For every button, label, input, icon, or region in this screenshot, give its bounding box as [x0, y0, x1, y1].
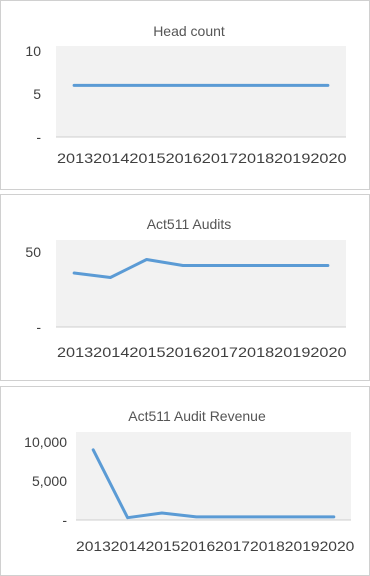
x-tick-label: 2017: [215, 539, 250, 554]
y-tick-label: 10: [25, 43, 41, 59]
y-tick-label: 5,000: [32, 473, 67, 489]
chart-panel-head-count: Head count -5 10 2013 2014 2015 2016 2017 2018 20…: [0, 0, 370, 190]
plot-area: [76, 432, 351, 520]
chart-panel-audits: Act511 Audits - 50 2013 2014 2015 2016 2017 2018…: [0, 194, 370, 381]
x-tick-label: 2019: [274, 151, 310, 166]
chart-head-count: Head count-5102013 2014 2015 2016 2017 2018 20…: [25, 23, 346, 166]
x-tick-label: 2017: [202, 345, 238, 360]
plot-area: [56, 240, 346, 327]
x-tick-label: 2020: [310, 151, 346, 166]
y-tick-label: 50: [25, 244, 41, 260]
chart-audit-revenue: Act511 Audit Revenue - 5,000 10,000 2013 2014…: [24, 408, 355, 554]
chart-panel-audit-revenue: Act511 Audit Revenue - 5,000 10,000 2013 2014…: [0, 386, 370, 576]
chart-title: Act511 Audit Revenue: [128, 408, 266, 424]
x-tick-label: 2020: [320, 539, 355, 554]
plot-area: [56, 46, 346, 137]
y-tick-label: -: [62, 512, 67, 528]
x-tick-label: 2018: [238, 151, 274, 166]
chart-title: Act511 Audits: [147, 216, 232, 232]
x-tick-label: 2016: [166, 345, 202, 360]
chart-audits: Act511 Audits - 50 2013 2014 2015 2016 2017 2018…: [25, 216, 346, 360]
x-tick-label: 2013: [76, 539, 111, 554]
x-tick-label: 2015: [146, 539, 181, 554]
x-tick-label: 2019: [285, 539, 320, 554]
x-tick-label: 2017: [202, 151, 238, 166]
y-tick-label: 10,000: [24, 434, 67, 450]
x-tick-label: 2016: [166, 151, 202, 166]
x-tick-label: 2016: [180, 539, 215, 554]
x-tick-label: 2018: [250, 539, 285, 554]
chart-title: Head count: [153, 23, 225, 39]
x-tick-label: 2014: [93, 345, 130, 360]
y-tick-label: 5: [33, 86, 41, 102]
x-tick-label: 2013: [57, 151, 93, 166]
y-tick-label: -: [36, 129, 41, 145]
x-tick-label: 2018: [238, 345, 274, 360]
x-tick-label: 2019: [274, 345, 310, 360]
x-tick-label: 2013: [57, 345, 93, 360]
x-tick-label: 2020: [310, 345, 346, 360]
x-tick-label: 2015: [129, 345, 165, 360]
y-tick-label: -: [36, 319, 41, 335]
x-tick-label: 2014: [111, 539, 146, 554]
x-tick-label: 2015: [129, 151, 165, 166]
x-tick-label: 2014: [93, 151, 130, 166]
